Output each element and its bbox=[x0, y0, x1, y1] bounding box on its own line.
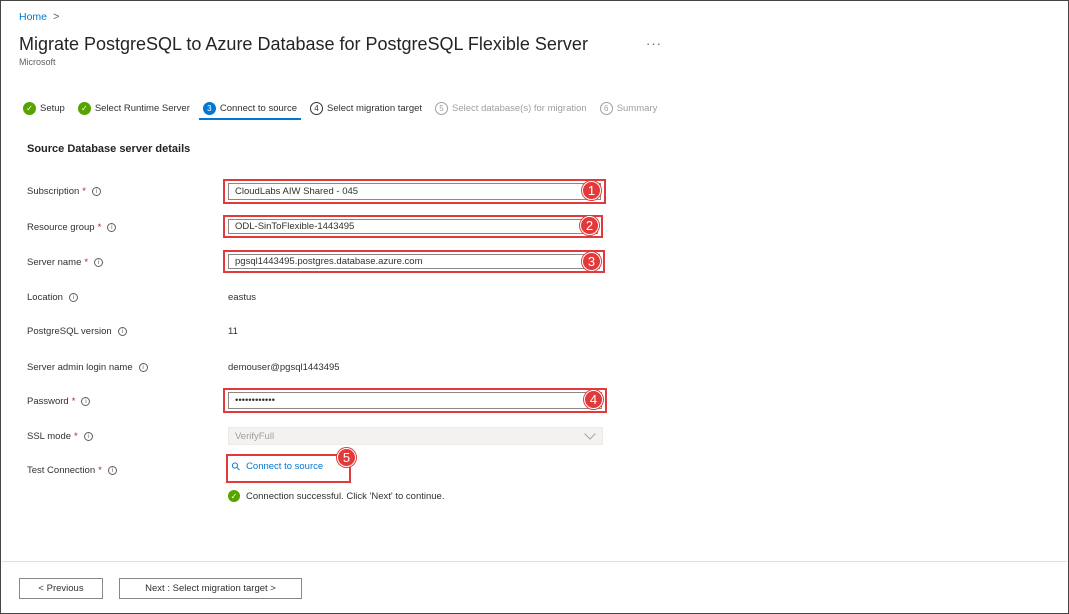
subscription-highlight: CloudLabs AIW Shared - 045 bbox=[223, 179, 606, 204]
password-highlight: •••••••••••• bbox=[223, 388, 607, 413]
previous-button[interactable]: < Previous bbox=[19, 578, 103, 599]
page-title: Migrate PostgreSQL to Azure Database for… bbox=[19, 34, 588, 54]
tab-select-databases: 5 Select database(s) for migration bbox=[431, 97, 591, 119]
required-marker: * bbox=[84, 257, 89, 268]
tab-summary: 6 Summary bbox=[596, 97, 662, 119]
wizard-steps: ✓ Setup ✓ Select Runtime Server 3 Connec… bbox=[19, 97, 666, 120]
info-icon[interactable]: i bbox=[83, 432, 93, 441]
info-icon[interactable]: i bbox=[138, 363, 148, 372]
tab-label: Connect to source bbox=[219, 102, 297, 114]
step-4-badge: 4 bbox=[584, 390, 603, 409]
step-number-icon: 3 bbox=[202, 101, 216, 115]
tab-connect-to-source[interactable]: 3 Connect to source bbox=[198, 97, 302, 120]
required-marker: * bbox=[98, 465, 102, 476]
required-marker: * bbox=[97, 222, 102, 233]
connection-status: ✓ Connection successful. Click 'Next' to… bbox=[228, 490, 444, 502]
step-1-badge: 1 bbox=[582, 181, 601, 200]
server-name-input[interactable]: pgsql1443495.postgres.database.azure.com bbox=[228, 254, 600, 269]
tab-setup[interactable]: ✓ Setup bbox=[19, 97, 69, 119]
subscription-label: Subscription * i bbox=[27, 186, 101, 197]
field-label: PostgreSQL version bbox=[27, 326, 112, 337]
connect-to-source-link[interactable]: ⚲ Connect to source bbox=[229, 459, 324, 474]
field-label: Test Connection bbox=[27, 465, 96, 476]
field-label: Subscription bbox=[27, 186, 80, 197]
test-connection-label: Test Connection * i bbox=[27, 465, 117, 476]
chevron-down-icon bbox=[584, 428, 596, 440]
info-icon[interactable]: i bbox=[107, 466, 117, 475]
success-check-icon: ✓ bbox=[228, 490, 240, 502]
ssl-mode-value: VerifyFull bbox=[235, 430, 275, 442]
field-label: Resource group bbox=[27, 222, 95, 233]
resource-group-select[interactable]: ODL-SinToFlexible-1443495 bbox=[228, 219, 598, 234]
postgresql-version-label: PostgreSQL version i bbox=[27, 326, 127, 337]
step-5-badge: 5 bbox=[337, 448, 356, 467]
info-icon[interactable]: i bbox=[68, 293, 78, 302]
tab-label: Select migration target bbox=[326, 102, 423, 114]
step-number-icon: 6 bbox=[599, 101, 613, 115]
chevron-right-icon: > bbox=[53, 11, 60, 23]
resource-group-label: Resource group * i bbox=[27, 222, 117, 233]
info-icon[interactable]: i bbox=[94, 258, 104, 267]
resource-group-highlight: ODL-SinToFlexible-1443495 bbox=[223, 215, 603, 238]
required-marker: * bbox=[71, 396, 76, 407]
info-icon[interactable]: i bbox=[91, 187, 101, 196]
next-button[interactable]: Next : Select migration target > bbox=[119, 578, 302, 599]
postgresql-version-value: 11 bbox=[228, 326, 238, 337]
tab-label: Select database(s) for migration bbox=[452, 102, 587, 114]
subscription-select[interactable]: CloudLabs AIW Shared - 045 bbox=[228, 183, 601, 200]
step-number-icon: 4 bbox=[309, 101, 323, 115]
check-circle-icon: ✓ bbox=[77, 101, 91, 115]
more-options-icon[interactable]: ··· bbox=[646, 36, 662, 51]
password-input[interactable]: •••••••••••• bbox=[228, 392, 602, 409]
field-label: SSL mode bbox=[27, 431, 72, 442]
step-3-badge: 3 bbox=[582, 252, 601, 271]
admin-login-label: Server admin login name i bbox=[27, 362, 148, 373]
check-circle-icon: ✓ bbox=[23, 101, 36, 115]
required-marker: * bbox=[74, 431, 78, 442]
footer-divider bbox=[2, 561, 1067, 562]
info-icon[interactable]: i bbox=[117, 327, 127, 336]
breadcrumb-home-link[interactable]: Home bbox=[19, 11, 47, 23]
server-name-label: Server name * i bbox=[27, 257, 104, 268]
tab-label: Select Runtime Server bbox=[94, 102, 190, 114]
section-title: Source Database server details bbox=[27, 143, 191, 155]
field-label: Password bbox=[27, 396, 69, 407]
field-label: Location bbox=[27, 292, 63, 303]
plug-icon: ⚲ bbox=[229, 459, 244, 474]
server-name-highlight: pgsql1443495.postgres.database.azure.com bbox=[223, 250, 605, 273]
tab-label: Setup bbox=[40, 102, 65, 114]
location-value: eastus bbox=[228, 292, 256, 303]
tab-select-runtime-server[interactable]: ✓ Select Runtime Server bbox=[74, 97, 194, 119]
ssl-mode-select: VerifyFull bbox=[228, 427, 603, 445]
password-label: Password * i bbox=[27, 396, 91, 407]
connect-to-source-highlight: ⚲ Connect to source bbox=[226, 454, 351, 483]
tab-select-migration-target[interactable]: 4 Select migration target bbox=[306, 97, 426, 119]
step-2-badge: 2 bbox=[580, 216, 599, 235]
breadcrumb: Home > bbox=[19, 11, 59, 23]
app-window: Home > Migrate PostgreSQL to Azure Datab… bbox=[0, 0, 1069, 614]
tab-label: Summary bbox=[616, 102, 658, 114]
connect-link-label: Connect to source bbox=[246, 461, 324, 472]
required-marker: * bbox=[82, 186, 86, 197]
field-label: Server admin login name bbox=[27, 362, 133, 373]
ssl-mode-label: SSL mode * i bbox=[27, 431, 93, 442]
step-number-icon: 5 bbox=[435, 101, 449, 115]
publisher-label: Microsoft bbox=[19, 57, 56, 67]
info-icon[interactable]: i bbox=[81, 397, 91, 406]
field-label: Server name bbox=[27, 257, 82, 268]
success-message: Connection successful. Click 'Next' to c… bbox=[246, 490, 445, 502]
location-label: Location i bbox=[27, 292, 78, 303]
info-icon[interactable]: i bbox=[107, 223, 117, 232]
admin-login-value: demouser@pgsql1443495 bbox=[228, 362, 340, 373]
